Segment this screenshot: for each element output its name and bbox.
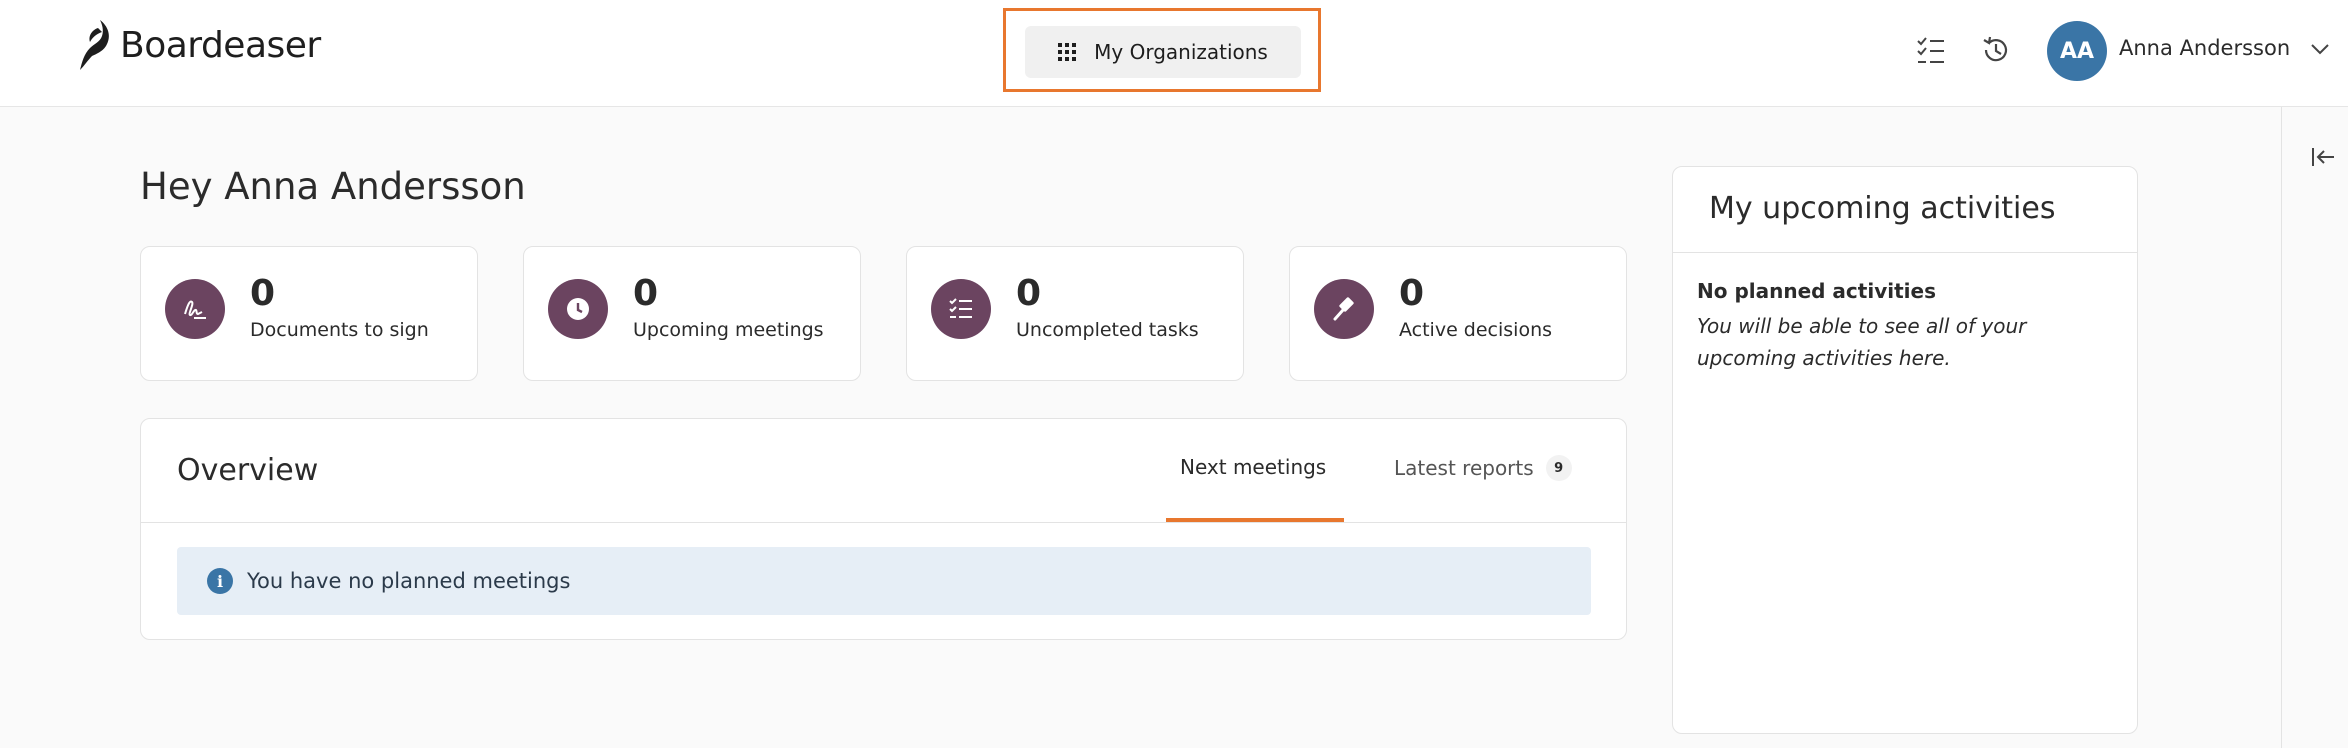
stat-label: Documents to sign (250, 319, 429, 341)
brand-name: Boardeaser (120, 24, 321, 66)
stat-value: 0 (1399, 273, 1425, 314)
signature-icon (165, 279, 225, 339)
boardeaser-logo-icon (80, 20, 109, 70)
my-organizations-label: My Organizations (1094, 40, 1268, 64)
overview-title: Overview (177, 453, 319, 488)
activities-title: My upcoming activities (1709, 191, 2056, 226)
history-icon[interactable] (1980, 34, 2012, 66)
no-activities-text: You will be able to see all of your upco… (1697, 314, 2027, 370)
stat-value: 0 (1016, 273, 1042, 314)
stat-card-documents[interactable]: 0 Documents to sign (140, 246, 478, 381)
tab-latest-reports-label: Latest reports (1394, 456, 1534, 480)
stat-card-tasks[interactable]: 0 Uncompleted tasks (906, 246, 1244, 381)
collapse-sidebar-icon[interactable] (2310, 144, 2336, 170)
stat-label: Active decisions (1399, 319, 1553, 341)
reports-count-badge: 9 (1545, 455, 1572, 481)
user-initials: AA (2059, 38, 2095, 64)
top-bar: Boardeaser My Organizations AA Anna Ande… (0, 0, 2348, 107)
no-meetings-alert: i You have no planned meetings (177, 547, 1591, 615)
upcoming-activities-panel: My upcoming activities No planned activi… (1672, 166, 2138, 734)
page-greeting: Hey Anna Andersson (140, 165, 526, 208)
info-icon: i (207, 568, 233, 594)
stat-card-decisions[interactable]: 0 Active decisions (1289, 246, 1627, 381)
gavel-icon (1314, 279, 1374, 339)
sidebar-divider (2281, 107, 2282, 748)
user-avatar[interactable]: AA (2047, 21, 2107, 81)
activities-divider (1673, 252, 2137, 253)
tab-latest-reports[interactable]: Latest reports 9 (1394, 455, 1572, 481)
stat-value: 0 (633, 273, 659, 314)
no-meetings-message: You have no planned meetings (247, 569, 571, 593)
tab-next-meetings[interactable]: Next meetings (1180, 455, 1326, 479)
user-name[interactable]: Anna Andersson (2119, 36, 2290, 60)
tasks-list-icon[interactable] (1916, 36, 1946, 66)
stat-label: Uncompleted tasks (1016, 319, 1199, 341)
stat-card-meetings[interactable]: 0 Upcoming meetings (523, 246, 861, 381)
apps-grid-icon (1058, 43, 1077, 61)
clock-icon (548, 279, 608, 339)
checklist-icon (931, 279, 991, 339)
overview-divider (141, 522, 1626, 523)
stat-label: Upcoming meetings (633, 319, 824, 341)
no-activities-title: No planned activities (1697, 279, 1936, 303)
chevron-down-icon[interactable] (2310, 42, 2330, 56)
stat-value: 0 (250, 273, 276, 314)
brand-logo[interactable]: Boardeaser (78, 20, 321, 70)
overview-panel: Overview Next meetings Latest reports 9 … (140, 418, 1627, 640)
my-organizations-button[interactable]: My Organizations (1025, 26, 1301, 78)
